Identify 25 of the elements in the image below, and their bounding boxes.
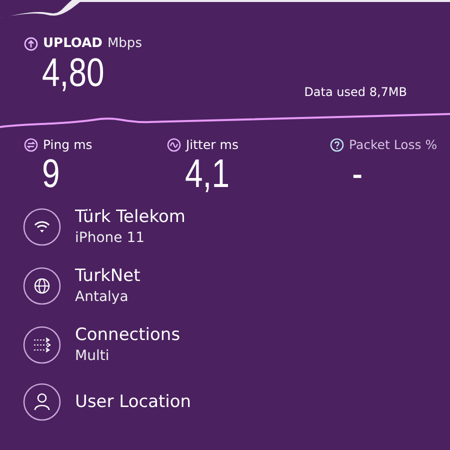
globe-icon (23, 267, 61, 305)
detail-title: TurkNet (75, 265, 140, 287)
metric-label: Jitter ms (186, 137, 238, 152)
detail-subtitle: Antalya (75, 288, 130, 307)
jitter-icon (167, 138, 181, 152)
data-used: Data used 8,7MB (304, 85, 407, 99)
upload-unit: Mbps (107, 36, 142, 51)
metric-label: Ping ms (43, 137, 92, 152)
help-icon[interactable] (330, 138, 344, 152)
upload-value: 4,80 (42, 51, 104, 95)
metric-value: 9 (42, 152, 60, 196)
detail-subtitle: Multi (75, 347, 110, 366)
metric-value: - (352, 152, 363, 196)
upload-icon (24, 36, 38, 50)
detail-title: Türk Telekom (75, 206, 186, 228)
upload-label: UPLOAD (43, 36, 102, 51)
detail-title: User Location (75, 391, 192, 413)
ping-icon (24, 138, 38, 152)
metric-label: Packet Loss % (349, 137, 438, 152)
user-icon (23, 383, 61, 421)
metric-value: 4,1 (185, 152, 230, 196)
wifi-icon (23, 208, 61, 246)
connections-icon (23, 326, 61, 364)
detail-title: Connections (75, 324, 180, 346)
detail-subtitle: iPhone 11 (75, 229, 146, 248)
